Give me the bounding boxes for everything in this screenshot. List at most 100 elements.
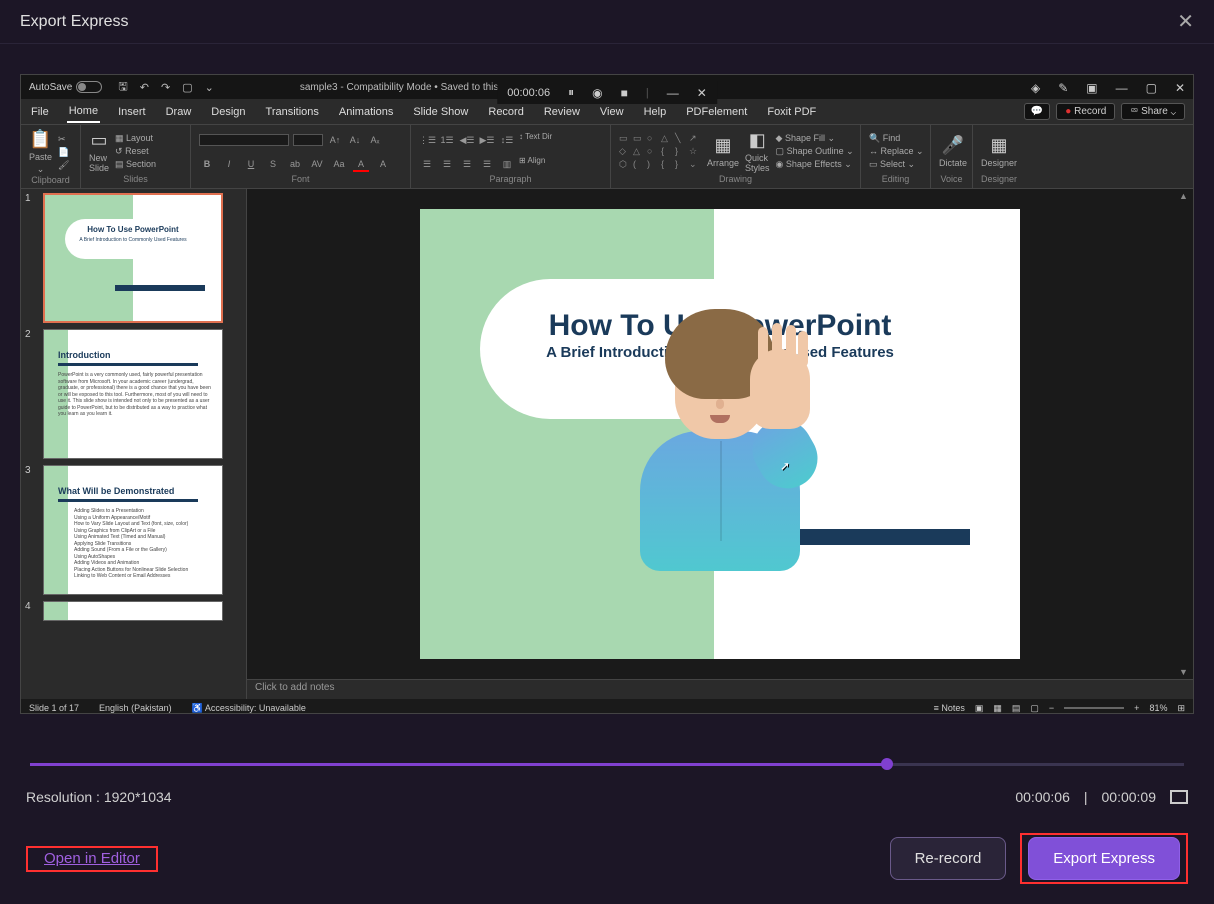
re-record-button[interactable]: Re-record xyxy=(890,837,1007,880)
slideshow-view-icon[interactable]: ▢ xyxy=(1030,703,1039,714)
shadow-icon[interactable]: ab xyxy=(287,156,303,172)
reading-view-icon[interactable]: ▤ xyxy=(1012,703,1021,714)
minimize-icon[interactable]: — xyxy=(667,86,679,100)
dictate-button[interactable]: 🎤Dictate xyxy=(939,135,967,168)
bullets-icon[interactable]: ⋮☰ xyxy=(419,132,435,148)
italic-icon[interactable]: I xyxy=(221,156,237,172)
replace-button[interactable]: ↔ Replace ⌄ xyxy=(869,146,924,157)
reset-button[interactable]: ↺ Reset xyxy=(115,146,156,157)
layout-button[interactable]: ▦ Layout xyxy=(115,133,156,144)
slide-thumbnail[interactable]: What Will be Demonstrated Adding Slides … xyxy=(43,465,223,595)
share-button[interactable]: ⮹ Share ⌄ xyxy=(1121,103,1185,120)
scroll-up-icon[interactable]: ▲ xyxy=(1179,191,1191,201)
copy-icon[interactable]: 📄 xyxy=(58,147,69,158)
pen-icon[interactable]: ✎ xyxy=(1058,81,1068,95)
new-slide-button[interactable]: ▭New Slide xyxy=(89,130,109,173)
select-button[interactable]: ▭ Select ⌄ xyxy=(869,159,924,170)
underline-icon[interactable]: U xyxy=(243,156,259,172)
format-painter-icon[interactable]: 🖌 xyxy=(58,160,69,171)
fullscreen-icon[interactable] xyxy=(1170,790,1188,804)
slideshow-icon[interactable]: ▢ xyxy=(182,81,192,94)
diamond-icon[interactable]: ◈ xyxy=(1031,81,1040,95)
slide-thumbnail[interactable] xyxy=(43,601,223,621)
clear-format-icon[interactable]: Aₓ xyxy=(367,132,383,148)
tab-foxit[interactable]: Foxit PDF xyxy=(765,102,818,122)
indent-dec-icon[interactable]: ◀☰ xyxy=(459,132,475,148)
zoom-slider[interactable] xyxy=(1064,707,1124,709)
undo-icon[interactable]: ↶ xyxy=(140,81,149,94)
tab-record[interactable]: Record xyxy=(486,102,525,122)
record-button[interactable]: ● Record xyxy=(1056,103,1115,120)
text-direction-button[interactable]: ↕ Text Dir xyxy=(519,132,552,148)
normal-view-icon[interactable]: ▣ xyxy=(975,703,984,714)
document-title[interactable]: sample3 - Compatibility Mode • Saved to … xyxy=(300,82,526,93)
export-express-button[interactable]: Export Express xyxy=(1028,837,1180,880)
stop-icon[interactable]: ■ xyxy=(621,86,628,100)
zoom-in-icon[interactable]: + xyxy=(1134,703,1139,713)
tab-help[interactable]: Help xyxy=(642,102,669,122)
fit-window-icon[interactable]: ⊞ xyxy=(1177,703,1185,714)
indent-inc-icon[interactable]: ▶☰ xyxy=(479,132,495,148)
record-icon[interactable]: ◉ xyxy=(592,86,602,100)
tab-slideshow[interactable]: Slide Show xyxy=(411,102,470,122)
more-icon[interactable]: ⌄ xyxy=(205,81,214,94)
window-maximize-icon[interactable]: ▢ xyxy=(1146,81,1157,95)
zoom-percent[interactable]: 81% xyxy=(1149,703,1167,713)
strike-icon[interactable]: S xyxy=(265,156,281,172)
video-timeline[interactable] xyxy=(20,759,1194,771)
status-language[interactable]: English (Pakistan) xyxy=(99,703,172,713)
slide-thumbnail[interactable]: Introduction PowerPoint is a very common… xyxy=(43,329,223,459)
shape-outline-button[interactable]: ▢ Shape Outline ⌄ xyxy=(776,146,854,157)
spacing-icon[interactable]: AV xyxy=(309,156,325,172)
justify-icon[interactable]: ☰ xyxy=(479,156,495,172)
shape-fill-button[interactable]: ◆ Shape Fill ⌄ xyxy=(776,133,854,144)
window-minimize-icon[interactable]: — xyxy=(1116,81,1128,95)
align-right-icon[interactable]: ☰ xyxy=(459,156,475,172)
pause-icon[interactable]: ⏸ xyxy=(568,85,574,100)
line-spacing-icon[interactable]: ↕☰ xyxy=(499,132,515,148)
align-text-button[interactable]: ⊞ Align xyxy=(519,156,545,172)
quick-styles-button[interactable]: ◧Quick Styles xyxy=(745,130,770,173)
columns-icon[interactable]: ▥ xyxy=(499,156,515,172)
scroll-down-icon[interactable]: ▼ xyxy=(1179,667,1191,677)
window-close-icon[interactable]: ✕ xyxy=(1175,81,1185,95)
font-color-icon[interactable]: A xyxy=(353,156,369,172)
tab-review[interactable]: Review xyxy=(542,102,582,122)
slide-thumbnail[interactable]: How To Use PowerPoint A Brief Introducti… xyxy=(43,193,223,323)
layout-icon[interactable]: ▣ xyxy=(1086,81,1097,95)
zoom-out-icon[interactable]: − xyxy=(1049,703,1054,713)
status-accessibility[interactable]: ♿ Accessibility: Unavailable xyxy=(192,703,306,714)
slide-thumbnails-panel[interactable]: 1 How To Use PowerPoint A Brief Introduc… xyxy=(21,189,247,699)
align-left-icon[interactable]: ☰ xyxy=(419,156,435,172)
open-in-editor-link[interactable]: Open in Editor xyxy=(34,844,150,873)
cut-icon[interactable]: ✂ xyxy=(58,134,69,145)
numbering-icon[interactable]: 1☰ xyxy=(439,132,455,148)
shapes-gallery[interactable]: ▭▭○△╲↗ ◇△○{}☆ ⬡(){}⌄ xyxy=(619,133,701,170)
save-icon[interactable]: 🖫 xyxy=(118,78,127,97)
decrease-font-icon[interactable]: A↓ xyxy=(347,132,363,148)
designer-button[interactable]: ▦Designer xyxy=(981,135,1017,168)
tab-file[interactable]: File xyxy=(29,102,51,122)
redo-icon[interactable]: ↷ xyxy=(161,81,170,94)
tab-pdfelement[interactable]: PDFelement xyxy=(684,102,749,122)
tab-draw[interactable]: Draw xyxy=(164,102,194,122)
sorter-view-icon[interactable]: ▦ xyxy=(993,703,1002,714)
notes-toggle[interactable]: ≡ Notes xyxy=(934,703,965,713)
tab-home[interactable]: Home xyxy=(67,101,100,123)
case-icon[interactable]: Aa xyxy=(331,156,347,172)
highlight-icon[interactable]: A xyxy=(375,156,391,172)
align-center-icon[interactable]: ☰ xyxy=(439,156,455,172)
font-selector[interactable] xyxy=(199,134,289,146)
section-button[interactable]: ▤ Section xyxy=(115,159,156,170)
tab-transitions[interactable]: Transitions xyxy=(264,102,321,122)
notes-placeholder[interactable]: Click to add notes xyxy=(247,679,1193,699)
tab-insert[interactable]: Insert xyxy=(116,102,148,122)
tab-design[interactable]: Design xyxy=(209,102,247,122)
paste-button[interactable]: 📋Paste⌄ xyxy=(29,129,52,175)
tab-view[interactable]: View xyxy=(598,102,626,122)
autosave-toggle[interactable]: AutoSave xyxy=(29,81,102,93)
increase-font-icon[interactable]: A↑ xyxy=(327,132,343,148)
find-button[interactable]: 🔍 Find xyxy=(869,133,924,144)
tab-animations[interactable]: Animations xyxy=(337,102,395,122)
comments-icon[interactable]: 💬 xyxy=(1024,103,1050,120)
